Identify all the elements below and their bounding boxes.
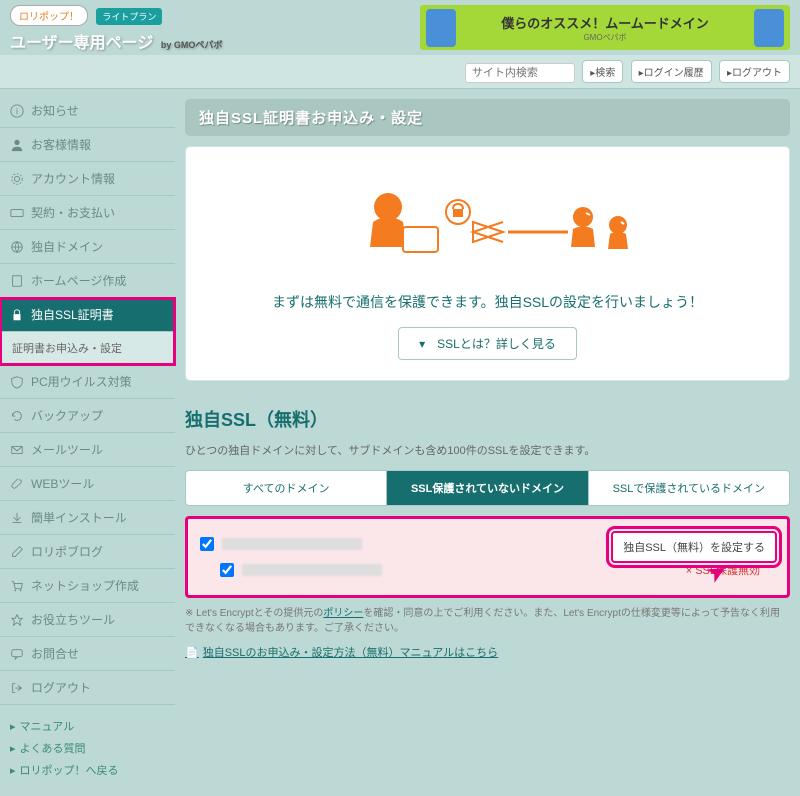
wrench-icon	[10, 477, 24, 491]
domain-name-blurred	[242, 564, 382, 576]
sidebar-item-ssl[interactable]: 独自SSL証明書	[0, 298, 175, 332]
mail-icon	[10, 443, 24, 457]
domain-checkbox[interactable]	[200, 537, 214, 551]
ssl-info-button[interactable]: ▾ SSLとは？詳しく見る	[398, 327, 577, 360]
sidebar-item-backup[interactable]: バックアップ	[0, 399, 175, 433]
info-icon: i	[10, 104, 24, 118]
section-desc: ひとつの独自ドメインに対して、サブドメインも含め100件のSSLを設定できます。	[185, 442, 790, 458]
logo-area: ロリポップ！ ライトプラン ユーザー専用ページ by GMOペパボ	[10, 5, 222, 53]
sidebar-footer: マニュアル よくある質問 ロリポップ！へ戻る	[0, 705, 175, 791]
section-title: 独自SSL（無料）	[185, 406, 790, 432]
domain-tabs: すべてのドメイン SSL保護されていないドメイン SSLで保護されているドメイン	[185, 470, 790, 506]
sidebar-item-shop[interactable]: ネットショップ作成	[0, 569, 175, 603]
sidebar-item-account[interactable]: アカウント情報	[0, 162, 175, 196]
policy-link[interactable]: ポリシー	[323, 608, 363, 619]
globe-icon	[10, 240, 24, 254]
domain-list-box: 独自SSL（無料）を設定する × SSL保護無効 × SSL保護無効 ➤	[185, 516, 790, 598]
logo-text: ユーザー専用ページ by GMOペパボ	[10, 29, 222, 53]
sidebar-item-domain[interactable]: 独自ドメイン	[0, 230, 175, 264]
banner-sub: GMOペパボ	[459, 32, 751, 43]
footer-link-manual[interactable]: マニュアル	[10, 715, 165, 737]
plan-badge: ライトプラン	[96, 8, 162, 25]
sidebar-item-antivirus[interactable]: PC用ウイルス対策	[0, 365, 175, 399]
svg-text:i: i	[16, 106, 18, 116]
ad-banner[interactable]: 僕らのオススメ！ムームードメイン GMOペパボ	[420, 5, 790, 50]
banner-mascot-right	[754, 9, 784, 47]
sidebar-item-news[interactable]: iお知らせ	[0, 94, 175, 128]
sidebar-item-customer[interactable]: お客様情報	[0, 128, 175, 162]
sidebar-item-logout[interactable]: ログアウト	[0, 671, 175, 705]
footer-link-back[interactable]: ロリポップ！へ戻る	[10, 759, 165, 781]
search-button[interactable]: ▸検索	[582, 60, 623, 83]
refresh-icon	[10, 409, 24, 423]
lock-icon	[10, 308, 24, 322]
logo-badge: ロリポップ！	[10, 5, 88, 26]
sidebar-item-install[interactable]: 簡単インストール	[0, 501, 175, 535]
sidebar-subitem-ssl-apply[interactable]: 証明書お申込み・設定	[0, 332, 175, 365]
domain-checkbox[interactable]	[220, 563, 234, 577]
sidebar-item-contact[interactable]: お問合せ	[0, 637, 175, 671]
hero-illustration	[328, 177, 648, 277]
sidebar-item-homepage[interactable]: ホームページ作成	[0, 264, 175, 298]
user-icon	[10, 138, 24, 152]
logout-button[interactable]: ▸ログアウト	[719, 60, 790, 83]
header: ロリポップ！ ライトプラン ユーザー専用ページ by GMOペパボ 僕らのオスス…	[0, 0, 800, 55]
page-icon	[10, 274, 24, 288]
sidebar-item-mail[interactable]: メールツール	[0, 433, 175, 467]
sidebar-item-useful[interactable]: お役立ちツール	[0, 603, 175, 637]
set-ssl-button[interactable]: 独自SSL（無料）を設定する	[611, 531, 777, 563]
highlighted-group: 独自SSL証明書 証明書お申込み・設定	[0, 298, 175, 365]
topbar: ▸検索 ▸ログイン履歴 ▸ログアウト	[0, 55, 800, 89]
pencil-icon	[10, 545, 24, 559]
tab-protected[interactable]: SSLで保護されているドメイン	[589, 471, 789, 505]
banner-text: 僕らのオススメ！ムームードメイン	[459, 13, 751, 32]
download-icon	[10, 511, 24, 525]
search-input[interactable]	[465, 63, 575, 83]
login-history-button[interactable]: ▸ログイン履歴	[631, 60, 712, 83]
chat-icon	[10, 647, 24, 661]
banner-mascot-left	[426, 9, 456, 47]
star-icon	[10, 613, 24, 627]
sidebar-item-contract[interactable]: 契約・お支払い	[0, 196, 175, 230]
cart-icon	[10, 579, 24, 593]
manual-link[interactable]: 独自SSLのお申込み・設定方法（無料）マニュアルはこちら	[185, 644, 790, 660]
sidebar-item-blog[interactable]: ロリポブログ	[0, 535, 175, 569]
domain-name-blurred	[222, 538, 362, 550]
card-icon	[10, 206, 24, 220]
gear-icon	[10, 172, 24, 186]
tab-unprotected[interactable]: SSL保護されていないドメイン	[387, 471, 588, 505]
footnote: ※ Let's Encryptとその提供元のポリシーを確認・同意の上でご利用くだ…	[185, 606, 790, 636]
exit-icon	[10, 681, 24, 695]
tab-all-domains[interactable]: すべてのドメイン	[186, 471, 387, 505]
hero-panel: まずは無料で通信を保護できます。独自SSLの設定を行いましょう！ ▾ SSLとは…	[185, 146, 790, 381]
page-title: 独自SSL証明書お申込み・設定	[185, 99, 790, 136]
logo-sub: by GMOペパボ	[161, 40, 223, 50]
sidebar: iお知らせ お客様情報 アカウント情報 契約・お支払い 独自ドメイン ホームペー…	[0, 89, 175, 796]
hero-message: まずは無料で通信を保護できます。独自SSLの設定を行いましょう！	[206, 292, 769, 312]
shield-icon	[10, 375, 24, 389]
footer-link-faq[interactable]: よくある質問	[10, 737, 165, 759]
sidebar-item-webtool[interactable]: WEBツール	[0, 467, 175, 501]
main-content: 独自SSL証明書お申込み・設定	[175, 89, 800, 796]
